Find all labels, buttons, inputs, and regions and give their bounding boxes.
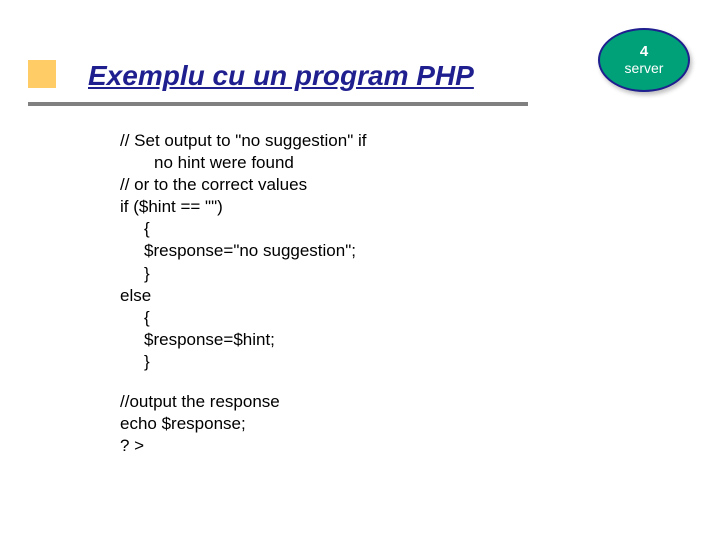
badge-label: server xyxy=(625,61,664,76)
slide: Exemplu cu un program PHP 4 server // Se… xyxy=(0,0,720,540)
code-line: // Set output to "no suggestion" if xyxy=(120,130,540,152)
code-line: // or to the correct values xyxy=(120,174,540,196)
code-line: //output the response xyxy=(120,391,540,413)
blank-line xyxy=(120,373,540,391)
code-line: $response=$hint; xyxy=(120,329,540,351)
code-line: } xyxy=(120,263,540,285)
title-accent-square xyxy=(28,60,56,88)
code-line: { xyxy=(120,218,540,240)
code-line: $response="no suggestion"; xyxy=(120,240,540,262)
badge-number: 4 xyxy=(640,44,648,61)
code-line: ? > xyxy=(120,435,540,457)
code-line: else xyxy=(120,285,540,307)
code-line: } xyxy=(120,351,540,373)
code-block: // Set output to "no suggestion" if no h… xyxy=(120,130,540,457)
code-line: no hint were found xyxy=(120,152,540,174)
server-badge: 4 server xyxy=(598,28,690,92)
code-line: if ($hint == "") xyxy=(120,196,540,218)
code-line: { xyxy=(120,307,540,329)
slide-title: Exemplu cu un program PHP xyxy=(88,60,474,92)
code-line: echo $response; xyxy=(120,413,540,435)
title-underline-bar xyxy=(28,102,528,106)
